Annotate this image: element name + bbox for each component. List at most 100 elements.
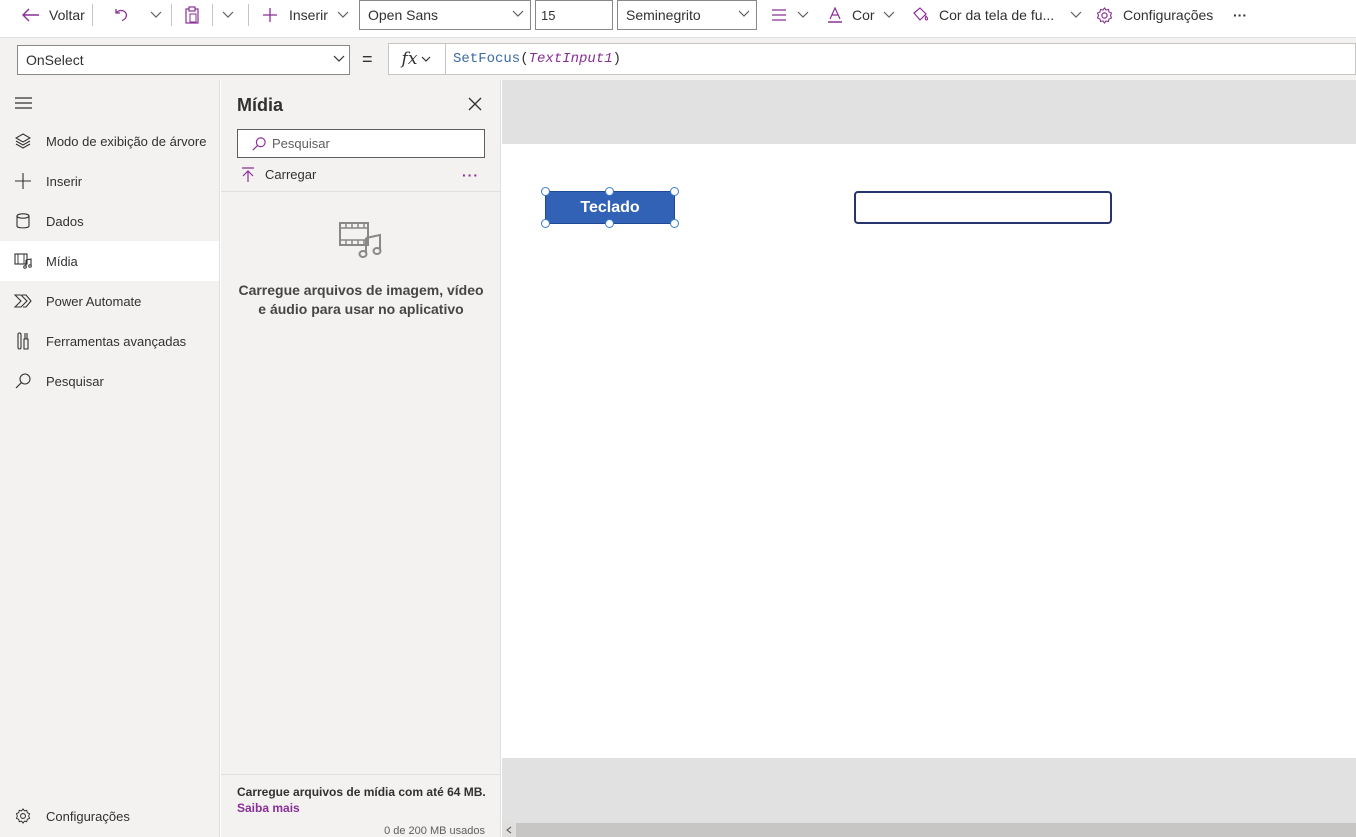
toolbar-divider bbox=[212, 4, 213, 26]
rail-item-tree-view[interactable]: Modo de exibição de árvore bbox=[0, 121, 219, 161]
paint-bucket-icon bbox=[913, 7, 929, 21]
resize-handle[interactable] bbox=[605, 219, 614, 228]
font-weight-value: Seminegrito bbox=[626, 7, 701, 23]
search-icon bbox=[0, 373, 46, 389]
text-align-button[interactable] bbox=[771, 0, 809, 30]
toolbar-divider bbox=[171, 4, 172, 26]
gear-icon bbox=[1096, 6, 1113, 24]
hamburger-menu-button[interactable] bbox=[15, 96, 32, 112]
resize-handle[interactable] bbox=[541, 219, 550, 228]
resize-handle[interactable] bbox=[670, 187, 679, 196]
rail-item-label: Mídia bbox=[46, 253, 78, 269]
teclado-button-label: Teclado bbox=[580, 198, 640, 216]
property-value: OnSelect bbox=[26, 52, 84, 68]
rail-item-label: Pesquisar bbox=[46, 373, 104, 389]
media-search-box[interactable] bbox=[237, 129, 485, 158]
rail-item-advanced-tools[interactable]: Ferramentas avançadas bbox=[0, 321, 219, 361]
media-pane: Mídia Carregar ··· Carregue arquivos de … bbox=[221, 80, 501, 837]
function-button[interactable]: fx bbox=[388, 43, 446, 75]
insert-button[interactable]: Inserir bbox=[262, 0, 349, 30]
font-color-label: Cor bbox=[852, 7, 875, 23]
app-screen[interactable] bbox=[502, 144, 1356, 758]
text-input-1[interactable] bbox=[854, 191, 1112, 224]
media-icon bbox=[0, 253, 46, 269]
rail-item-power-automate[interactable]: Power Automate bbox=[0, 281, 219, 321]
equals-sign: = bbox=[362, 49, 373, 69]
media-more-button[interactable]: ··· bbox=[462, 167, 479, 183]
close-icon bbox=[468, 97, 482, 111]
hamburger-icon bbox=[15, 97, 32, 109]
close-pane-button[interactable] bbox=[468, 97, 482, 114]
font-color-button[interactable]: Cor bbox=[827, 0, 895, 30]
rail-item-label: Modo de exibição de árvore bbox=[46, 133, 207, 149]
paste-dropdown[interactable] bbox=[222, 0, 234, 30]
toolbar-divider bbox=[92, 4, 93, 26]
media-illustration-icon bbox=[338, 220, 384, 263]
scroll-left-button[interactable] bbox=[502, 823, 516, 837]
rail-item-label: Power Automate bbox=[46, 293, 142, 309]
tools-icon bbox=[0, 332, 46, 350]
formula-text[interactable]: SetFocus(TextInput1) bbox=[453, 51, 621, 67]
formula-open-paren: ( bbox=[520, 51, 529, 67]
paste-button[interactable] bbox=[184, 0, 200, 30]
font-size-value: 15 bbox=[541, 7, 556, 23]
rail-item-search[interactable]: Pesquisar bbox=[0, 361, 219, 401]
font-weight-select[interactable]: Seminegrito bbox=[617, 0, 757, 30]
screen-fill-button[interactable]: Cor da tela de fu... bbox=[912, 0, 1082, 30]
resize-handle[interactable] bbox=[670, 219, 679, 228]
more-label: ··· bbox=[1233, 7, 1247, 23]
toolbar-divider bbox=[248, 4, 249, 26]
upload-limit-text: Carregue arquivos de mídia com até 64 MB… bbox=[237, 785, 486, 799]
pane-divider bbox=[221, 191, 501, 192]
fx-icon: fx bbox=[401, 49, 418, 69]
rail-item-label: Dados bbox=[46, 213, 84, 229]
align-center-icon bbox=[772, 9, 786, 21]
chevron-down-icon bbox=[738, 10, 750, 18]
storage-usage-text: 0 de 200 MB usados bbox=[384, 825, 485, 837]
rail-item-media[interactable]: Mídia bbox=[0, 241, 219, 281]
chevron-down-icon bbox=[883, 11, 894, 18]
rail-item-insert[interactable]: Inserir bbox=[0, 161, 219, 201]
chevron-left-icon bbox=[506, 826, 512, 834]
command-bar: Voltar Inserir Open Sans 15 Seminegrito … bbox=[0, 0, 1356, 38]
plus-icon bbox=[263, 8, 277, 22]
font-size-input[interactable]: 15 bbox=[535, 0, 613, 30]
formula-argument: TextInput1 bbox=[528, 51, 613, 67]
media-search-input[interactable] bbox=[272, 136, 472, 151]
database-icon bbox=[0, 213, 46, 229]
empty-state-message: Carregue arquivos de imagem, vídeo e áud… bbox=[238, 282, 484, 317]
font-color-icon bbox=[828, 7, 842, 23]
pane-footer: Carregue arquivos de mídia com até 64 MB… bbox=[221, 774, 501, 837]
resize-handle[interactable] bbox=[541, 187, 550, 196]
horizontal-scrollbar[interactable] bbox=[502, 823, 1356, 837]
formula-close-paren: ) bbox=[612, 51, 622, 67]
rail-item-label: Configurações bbox=[46, 808, 130, 824]
settings-button[interactable]: Configurações bbox=[1096, 0, 1213, 30]
rail-item-label: Inserir bbox=[46, 173, 83, 189]
gear-icon bbox=[0, 808, 46, 824]
chevron-down-icon bbox=[797, 11, 809, 18]
font-family-select[interactable]: Open Sans bbox=[359, 0, 531, 30]
learn-more-link[interactable]: Saiba mais bbox=[237, 801, 300, 815]
rail-item-data[interactable]: Dados bbox=[0, 201, 219, 241]
left-rail: Modo de exibição de árvore Inserir Dados… bbox=[0, 80, 220, 837]
settings-label: Configurações bbox=[1123, 7, 1214, 23]
back-button[interactable]: Voltar bbox=[22, 0, 85, 30]
rail-item-settings[interactable]: Configurações bbox=[0, 796, 219, 836]
property-select[interactable]: OnSelect bbox=[17, 45, 350, 75]
clipboard-icon bbox=[185, 6, 199, 24]
rail-item-label: Ferramentas avançadas bbox=[46, 333, 187, 349]
plus-icon bbox=[0, 173, 46, 189]
chevron-down-icon bbox=[222, 11, 234, 18]
upload-button[interactable]: Carregar bbox=[241, 167, 316, 182]
upload-arrow-icon bbox=[242, 167, 254, 182]
screen-fill-label: Cor da tela de fu... bbox=[939, 7, 1055, 23]
undo-dropdown[interactable] bbox=[150, 0, 162, 30]
more-commands-button[interactable]: ··· bbox=[1233, 0, 1247, 30]
power-automate-icon bbox=[0, 294, 46, 308]
font-family-value: Open Sans bbox=[368, 7, 439, 23]
resize-handle[interactable] bbox=[605, 187, 614, 196]
formula-function: SetFocus bbox=[453, 51, 521, 67]
chevron-down-icon bbox=[1070, 11, 1082, 18]
undo-button[interactable] bbox=[113, 0, 129, 30]
